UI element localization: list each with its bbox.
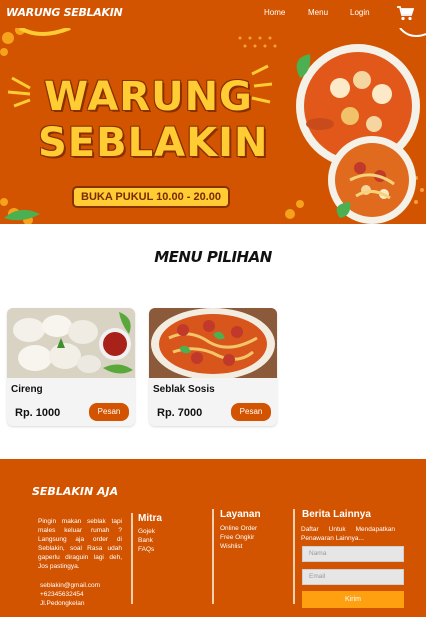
berita-title: Berita Lainnya [302,509,371,520]
cireng-image [7,308,135,378]
brand-logo[interactable]: WARUNG SEBLAKIN [6,6,123,19]
cart-icon[interactable] [396,5,414,21]
mitra-list: Gojek Bank FAQs [138,527,155,554]
email-input[interactable]: Email [302,569,404,585]
name-input[interactable]: Nama [302,546,404,562]
layanan-title: Layanan [220,509,261,520]
menu-card-seblak-sosis: Seblak Sosis Rp. 7000 Pesan [149,308,277,426]
nav-login-link[interactable]: Login [350,8,370,17]
contact-email[interactable]: seblakin@gmail.com [40,581,100,590]
footer: SEBLAKIN AJA Pingin makan seblak tapi ma… [0,459,426,617]
footer-divider [293,509,295,604]
contact-address: Jl.Pedongkelan [40,600,85,607]
hero-title-line2: SEBLAKIN [38,120,269,166]
mitra-link-gojek[interactable]: Gojek [138,527,155,536]
footer-description: Pingin makan seblak tapi males keluar ru… [38,518,122,570]
footer-contact: seblakin@gmail.com +62345632454 Jl.Pedon… [40,581,100,608]
submit-button[interactable]: Kirim [302,591,404,608]
menu-item-name: Cireng [11,384,43,395]
menu-item-name: Seblak Sosis [153,384,215,395]
hero-banner: WARUNG SEBLAKIN BUKA PUKUL 10.00 - 20.00 [0,28,426,224]
menu-item-price: Rp. 7000 [157,407,203,419]
mitra-link-bank[interactable]: Bank [138,536,155,545]
menu-section-title: MENU PILIHAN [154,248,272,266]
order-button[interactable]: Pesan [89,403,129,421]
hero-title-line1: WARUNG [44,74,253,120]
menu-card-cireng: Cireng Rp. 1000 Pesan [7,308,135,426]
mitra-link-faqs[interactable]: FAQs [138,545,155,554]
layanan-link-free-ongkir[interactable]: Free Ongkir [220,533,257,542]
opening-hours-badge: BUKA PUKUL 10.00 - 20.00 [72,186,230,208]
footer-divider [212,509,214,604]
nav-home-link[interactable]: Home [264,8,285,17]
layanan-link-wishlist[interactable]: Wishlist [220,542,257,551]
layanan-list: Online Order Free Ongkir Wishlist [220,524,257,551]
mitra-title: Mitra [138,513,162,524]
navbar: WARUNG SEBLAKIN Home Menu Login [0,0,426,28]
seblak-sosis-image [149,308,277,378]
nav-menu-link[interactable]: Menu [308,8,328,17]
order-button[interactable]: Pesan [231,403,271,421]
contact-phone[interactable]: +62345632454 [40,590,100,599]
layanan-link-online-order[interactable]: Online Order [220,524,257,533]
footer-divider [131,513,133,604]
menu-item-price: Rp. 1000 [15,407,61,419]
footer-brand: SEBLAKIN AJA [32,485,119,498]
berita-text: Daftar Untuk Mendapatkan Penawaran Lainn… [301,526,395,542]
